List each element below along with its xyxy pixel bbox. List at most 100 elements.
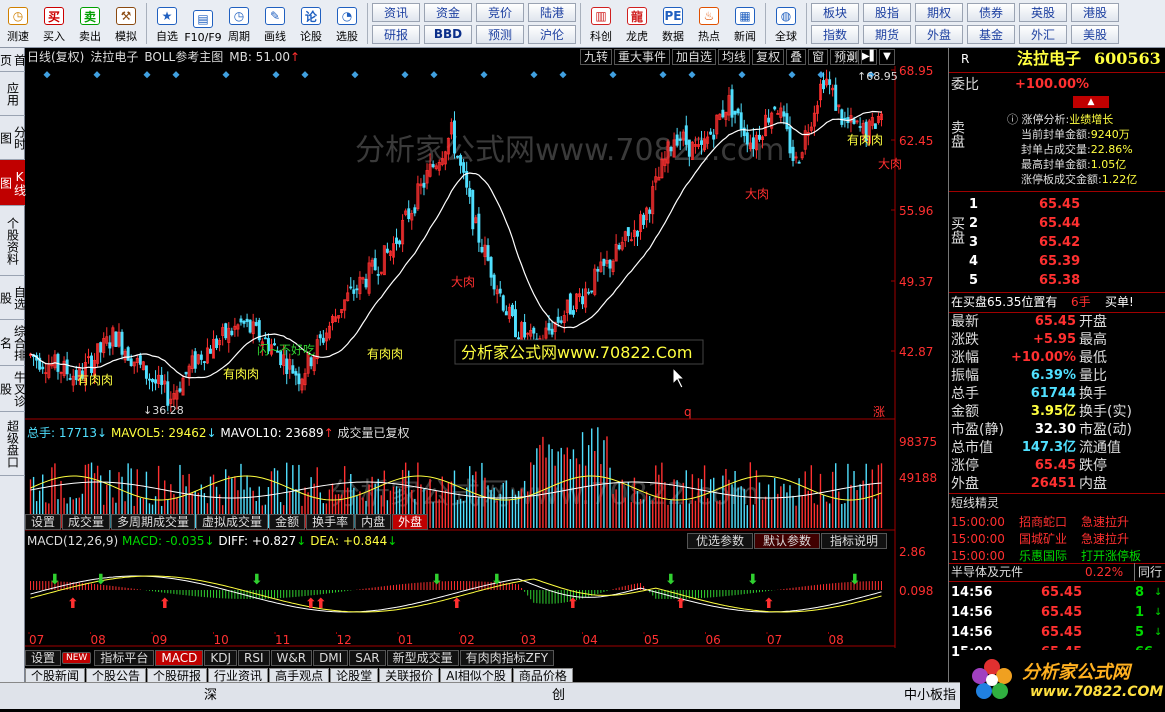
toolbar-pe-button[interactable]: PE 数据 [655,0,691,47]
vtab-6[interactable]: 综合排名 [0,320,27,366]
bid-row[interactable]: 3 65.42 [949,234,1165,252]
vtab-1[interactable]: 应用 [0,72,25,116]
candle-body [215,338,219,349]
toolbar-sell-button[interactable]: 卖卖出 [72,0,108,47]
toolbar-small-button[interactable]: 陆港 [528,3,576,23]
indicator-tab[interactable]: W&R [270,650,313,666]
toolbar-f10-button[interactable]: ▤ F10/F9 [184,0,222,47]
signal-marker [301,71,309,79]
bid-row[interactable]: 5 65.38 [949,272,1165,290]
volume-axis-label: 98375 [899,435,937,449]
vtab-7[interactable]: 牛叉诊股 [0,366,27,412]
indicator-tab[interactable]: 新型成交量 [386,650,459,666]
toolbar-star-button[interactable]: ★ 自选 [149,0,185,47]
toolbar-pair: 债券 基金 [965,0,1017,47]
toolbar-discuss-button[interactable]: 论论股 [293,0,329,47]
collapse-button[interactable]: ▲ [1073,96,1109,108]
chart-top-button[interactable]: 叠 [786,49,807,65]
macd-param-button[interactable]: 优选参数 [687,533,754,549]
toolbar-small-button[interactable]: 债券 [967,3,1015,23]
sprite-row[interactable]: 15:00:00 招商蛇口 急速拉升 [949,513,1165,531]
bid-row[interactable]: 2 65.44 [949,215,1165,233]
toolbar-dragon-button[interactable]: 龍龙虎 [619,0,655,47]
vtab-5[interactable]: 自选股 [0,276,27,320]
toolbar-clock-button[interactable]: ◷ 测速 [0,0,36,47]
chart-top-button[interactable]: 复权 [752,49,785,65]
chart-top-button[interactable]: 重大事件 [614,49,671,65]
volume-tab[interactable]: 设置 [25,514,62,530]
toolbar-hammer-button[interactable]: ⚒ 模拟 [108,0,144,47]
quote-header: R 法拉电子 600563 [949,50,1165,68]
indicator-tab[interactable]: MACD [155,650,204,666]
vtab-8[interactable]: 超级盘口 [0,412,25,476]
indicator-tab[interactable]: RSI [238,650,270,666]
toolbar-small-button[interactable]: 股指 [863,3,911,23]
status-shenzhen[interactable]: 深 [204,684,217,703]
volume-tab[interactable]: 多周期成交量 [111,514,196,530]
toolbar-buy-button[interactable]: 买买入 [36,0,72,47]
toolbar-small-button[interactable]: 港股 [1071,3,1119,23]
vtab-2[interactable]: 分时图 [0,116,27,160]
candle-body [294,371,298,376]
toolbar-small-button[interactable]: 美股 [1071,24,1119,44]
lock-icon[interactable]: ⌂ [843,49,859,65]
volume-tab[interactable]: 虚拟成交量 [196,514,269,530]
toolbar-small-button[interactable]: 期权 [915,3,963,23]
macd-param-button[interactable]: 默认参数 [754,533,821,549]
sector-tab[interactable]: 同行 [1134,563,1162,581]
toolbar-small-button[interactable]: 板块 [811,3,859,23]
chart-indicator-name[interactable]: BOLL参考主图 [144,48,223,66]
status-sme-index[interactable]: 中小板指 [904,684,956,703]
chart-period[interactable]: 日线(复权) [27,48,84,66]
indicator-tab[interactable]: NEW [62,652,92,664]
volume-tab[interactable]: 成交量 [62,514,111,530]
toolbar-kechuang-button[interactable]: ▥ 科创 [583,0,619,47]
toolbar-small-button[interactable]: 基金 [967,24,1015,44]
toolbar-small-button[interactable]: 资金 [424,3,472,23]
volume-tab[interactable]: 金额 [269,514,306,530]
toolbar-small-button[interactable]: 期货 [863,24,911,44]
chart-top-button[interactable]: 加自选 [672,49,717,65]
toolbar-small-button[interactable]: 外盘 [915,24,963,44]
toolbar-hot-button[interactable]: ♨ 热点 [691,0,727,47]
bid-row[interactable]: 1 65.45 [949,196,1165,214]
toolbar-globe-button[interactable]: ◍ 全球 [768,0,804,47]
indicator-tab[interactable]: 指标平台 [94,650,155,666]
indicator-tab[interactable]: KDJ [204,650,237,666]
vtab-4[interactable]: 个股资料 [0,206,25,276]
vtab-0[interactable]: 首页 [0,48,27,72]
cursor-icon [672,366,686,389]
toolbar-small-button[interactable]: 外汇 [1019,24,1067,44]
indicator-tab[interactable]: 有肉肉指标ZFY [459,650,555,666]
indicator-tab[interactable]: SAR [349,650,386,666]
toolbar-small-button[interactable]: 研报 [372,24,420,44]
toolbar-news-button[interactable]: ▦ 新闻 [727,0,763,47]
indicator-tab[interactable]: 设置 [25,650,62,666]
toolbar-small-button[interactable]: 资讯 [372,3,420,23]
toolbar-small-button[interactable]: 沪伦 [528,24,576,44]
bid-row[interactable]: 4 65.39 [949,253,1165,271]
toolbar-small-button[interactable]: 预测 [476,24,524,44]
vtab-3[interactable]: K线图 [0,160,27,206]
toolbar-small-button[interactable]: 竞价 [476,3,524,23]
toolbar-select-stock-button[interactable]: ◔ 选股 [329,0,365,47]
toolbar-small-button[interactable]: 英股 [1019,3,1067,23]
sprite-row[interactable]: 15:00:00 国城矿业 急速拉升 [949,530,1165,548]
kline-chart[interactable]: 分析家公式网www.70822.com分析家公式网www.70822.com68… [25,48,947,688]
chart-top-button[interactable]: 均线 [718,49,751,65]
macd-param-button[interactable]: 指标说明 [821,533,888,549]
chart-top-button[interactable]: 窗 [808,49,829,65]
indicator-tab[interactable]: DMI [313,650,349,666]
chart-top-button[interactable]: 九转 [580,49,613,65]
dropdown-icon[interactable]: ▼ [879,49,895,65]
status-chuangye[interactable]: 创 [552,684,565,703]
volume-tab[interactable]: 外盘 [392,514,429,530]
volume-tab[interactable]: 换手率 [306,514,355,530]
month-axis-label: 10 [214,633,229,647]
toolbar-small-button[interactable]: 指数 [811,24,859,44]
expand-icon[interactable]: ▶▌ [861,49,877,65]
toolbar-pen-button[interactable]: ✎ 画线 [257,0,293,47]
toolbar-period-button[interactable]: ◷ 周期 [221,0,257,47]
volume-tab[interactable]: 内盘 [355,514,392,530]
toolbar-small-button[interactable]: BBD [424,24,472,44]
